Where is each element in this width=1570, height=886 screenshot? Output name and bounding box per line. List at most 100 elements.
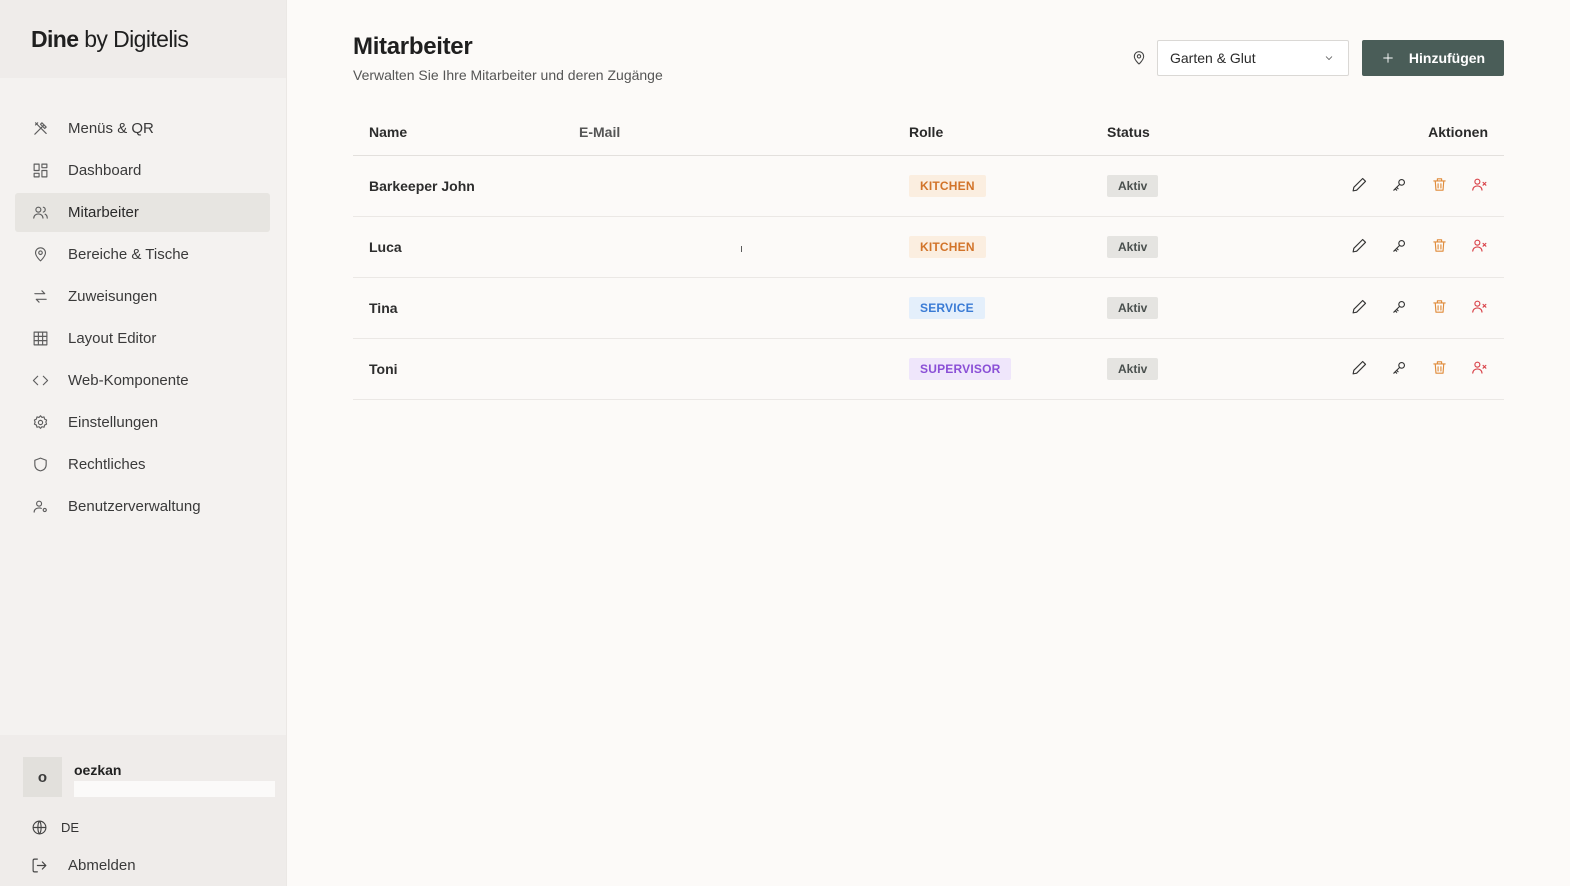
employee-email xyxy=(579,338,909,400)
role-cell: SERVICE xyxy=(909,277,1107,339)
logout-button[interactable]: Abmelden xyxy=(23,856,275,874)
actions-cell xyxy=(1267,216,1504,278)
dashboard-icon xyxy=(31,162,49,180)
sidebar-item-benutzerverwaltung[interactable]: Benutzerverwaltung xyxy=(15,487,270,526)
language-switcher[interactable]: DE xyxy=(23,818,275,836)
role-badge: SERVICE xyxy=(909,296,985,319)
reset-password-button[interactable] xyxy=(1390,175,1408,193)
sidebar-item-label: Einstellungen xyxy=(68,414,159,431)
user-x-icon xyxy=(1471,300,1486,313)
user-x-icon xyxy=(1471,361,1486,374)
employee-email xyxy=(579,155,909,217)
edit-button[interactable] xyxy=(1350,236,1368,254)
column-header-role[interactable]: Rolle xyxy=(909,118,1107,156)
remove-user-button[interactable] xyxy=(1470,175,1488,193)
sidebar-item-label: Menüs & QR xyxy=(68,120,154,137)
user-cog-icon xyxy=(31,498,49,516)
sidebar-item-einstellungen[interactable]: Einstellungen xyxy=(15,403,270,442)
user-x-icon xyxy=(1471,239,1486,252)
user-email-placeholder xyxy=(74,781,275,797)
pencil-icon xyxy=(1352,238,1366,253)
key-icon xyxy=(1392,239,1405,252)
edit-button[interactable] xyxy=(1350,297,1368,315)
sidebar-item-rechtliches[interactable]: Rechtliches xyxy=(15,445,270,484)
status-cell: Aktiv xyxy=(1107,216,1267,278)
sidebar-item-dashboard[interactable]: Dashboard xyxy=(15,151,270,190)
delete-button[interactable] xyxy=(1430,175,1448,193)
delete-button[interactable] xyxy=(1430,297,1448,315)
employee-name: Toni xyxy=(353,338,579,400)
users-icon xyxy=(31,204,49,222)
role-badge: KITCHEN xyxy=(909,235,986,258)
page-subtitle: Verwalten Sie Ihre Mitarbeiter und deren… xyxy=(353,67,663,83)
sidebar-item-layout-editor[interactable]: Layout Editor xyxy=(15,319,270,358)
sidebar-item-zuweisungen[interactable]: Zuweisungen xyxy=(15,277,270,316)
globe-icon xyxy=(32,820,47,834)
main-content: Mitarbeiter Verwalten Sie Ihre Mitarbeit… xyxy=(287,0,1570,886)
pencil-icon xyxy=(1352,360,1366,375)
employee-email-value xyxy=(579,365,740,377)
grid-icon xyxy=(31,330,49,348)
sidebar-item-label: Benutzerverwaltung xyxy=(68,498,201,515)
sidebar-item-label: Mitarbeiter xyxy=(68,204,139,221)
user-profile[interactable]: o oezkan xyxy=(23,757,275,797)
table-header-row: Name E-Mail Rolle Status Aktionen xyxy=(353,118,1504,156)
gear-icon xyxy=(31,414,49,432)
reset-password-button[interactable] xyxy=(1390,297,1408,315)
user-name: oezkan xyxy=(74,762,122,778)
employee-email-value xyxy=(579,182,740,194)
key-icon xyxy=(1392,361,1405,374)
sidebar: Dine by Digitelis Menüs & QR Dashboard Mit… xyxy=(0,0,287,886)
trash-icon xyxy=(1432,361,1446,374)
sidebar-item-mitarbeiter[interactable]: Mitarbeiter xyxy=(15,193,270,232)
brand-name-regular: by Digitelis xyxy=(78,26,189,52)
employees-table: Name E-Mail Rolle Status Aktionen Barkee… xyxy=(353,118,1504,400)
location-select[interactable]: Garten & Glut xyxy=(1157,40,1349,76)
reset-password-button[interactable] xyxy=(1390,358,1408,376)
table-row[interactable]: Toni SUPERVISOR Aktiv xyxy=(353,338,1504,400)
sidebar-item-web-komponente[interactable]: Web-Komponente xyxy=(15,361,270,400)
remove-user-button[interactable] xyxy=(1470,358,1488,376)
page-title: Mitarbeiter xyxy=(353,33,473,60)
employee-name: Tina xyxy=(353,277,579,339)
map-pin-icon xyxy=(31,246,49,264)
table-row[interactable]: Barkeeper John KITCHEN Aktiv xyxy=(353,155,1504,217)
sidebar-item-label: Web-Komponente xyxy=(68,372,189,389)
brand-logo[interactable]: Dine by Digitelis xyxy=(0,0,286,78)
edit-button[interactable] xyxy=(1350,175,1368,193)
code-icon xyxy=(31,372,49,390)
remove-user-button[interactable] xyxy=(1470,297,1488,315)
role-cell: KITCHEN xyxy=(909,155,1107,217)
table-row[interactable]: Luca ı KITCHEN Aktiv xyxy=(353,216,1504,278)
reset-password-button[interactable] xyxy=(1390,236,1408,254)
key-icon xyxy=(1392,178,1405,191)
column-header-actions: Aktionen xyxy=(1267,118,1504,156)
column-header-name[interactable]: Name xyxy=(353,118,579,156)
sidebar-item-label: Bereiche & Tische xyxy=(68,246,189,263)
pencil-icon xyxy=(1352,299,1366,314)
column-header-email[interactable]: E-Mail xyxy=(579,118,909,156)
column-header-status[interactable]: Status xyxy=(1107,118,1267,156)
utensils-icon xyxy=(31,120,49,138)
pencil-icon xyxy=(1352,177,1366,192)
user-info: oezkan xyxy=(74,757,275,797)
remove-user-button[interactable] xyxy=(1470,236,1488,254)
trash-icon xyxy=(1432,178,1446,191)
add-employee-button[interactable]: Hinzufügen xyxy=(1362,40,1504,76)
status-badge: Aktiv xyxy=(1107,296,1159,319)
role-badge: SUPERVISOR xyxy=(909,357,1012,380)
sidebar-item-bereiche-tische[interactable]: Bereiche & Tische xyxy=(15,235,270,274)
actions-cell xyxy=(1267,277,1504,339)
trash-icon xyxy=(1432,239,1446,252)
brand-name-bold: Dine xyxy=(31,26,79,52)
edit-button[interactable] xyxy=(1350,358,1368,376)
delete-button[interactable] xyxy=(1430,236,1448,254)
employee-email-value xyxy=(579,304,740,316)
location-select-value: Garten & Glut xyxy=(1170,50,1256,66)
table-row[interactable]: Tina SERVICE Aktiv xyxy=(353,277,1504,339)
status-cell: Aktiv xyxy=(1107,338,1267,400)
employee-email xyxy=(579,277,909,339)
delete-button[interactable] xyxy=(1430,358,1448,376)
logout-label: Abmelden xyxy=(68,856,136,874)
sidebar-item-menues-qr[interactable]: Menüs & QR xyxy=(15,109,270,148)
